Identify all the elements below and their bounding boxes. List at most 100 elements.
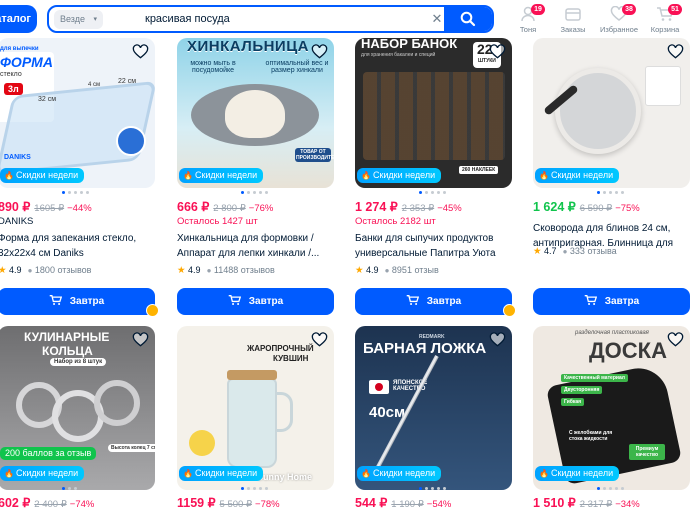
price-row: 1 624 ₽6 590 ₽ −75% xyxy=(533,198,640,216)
fire-icon: 🔥 xyxy=(361,469,371,478)
image-caption: КУВШИН xyxy=(273,354,309,363)
favorite-heart-icon[interactable] xyxy=(489,332,506,348)
fire-icon: 🔥 xyxy=(4,171,14,180)
star-icon: ★ xyxy=(533,246,542,257)
cart-icon xyxy=(49,295,62,305)
product-image[interactable]: ЖАРОПРОЧНЫЙ КУВШИН Sunny Home 🔥 Скидки не… xyxy=(177,326,334,490)
image-carousel-dots[interactable] xyxy=(241,191,271,195)
add-to-cart-button[interactable]: Завтра xyxy=(355,288,512,315)
old-price: 2 317 ₽ xyxy=(579,499,613,508)
image-carousel-dots[interactable] xyxy=(241,487,271,491)
nav-label: Избранное xyxy=(599,25,638,34)
box-icon xyxy=(565,8,581,21)
favorite-heart-icon[interactable] xyxy=(132,44,149,60)
product-brand: DANIKS xyxy=(0,216,34,227)
nav-profile[interactable]: 19 Тоня xyxy=(503,4,553,34)
image-carousel-dots[interactable] xyxy=(419,487,449,491)
price: 1 510 ₽ xyxy=(533,496,576,508)
image-caption: Sunny Home xyxy=(257,472,313,482)
image-carousel-dots[interactable] xyxy=(62,191,92,195)
button-label: Завтра xyxy=(604,296,640,307)
price: 1159 ₽ xyxy=(177,496,216,508)
search-scope-select[interactable]: Везде ▾ xyxy=(54,10,103,29)
price-row: 1159 ₽5 500 ₽ −78% xyxy=(177,494,280,508)
search-input[interactable]: красивая посуда xyxy=(145,7,230,31)
nav-cart[interactable]: 51 Корзина xyxy=(640,4,690,34)
promo-badge: 🔥 Скидки недели xyxy=(357,466,442,481)
product-image[interactable]: ХИНКАЛЬНИЦА можно мыть в посудомойке опт… xyxy=(177,38,334,188)
old-price: 6 590 ₽ xyxy=(579,203,613,214)
close-icon[interactable]: ✕ xyxy=(429,11,445,27)
search-icon xyxy=(460,11,476,27)
add-to-cart-button[interactable]: Завтра xyxy=(0,288,155,315)
reviews-count[interactable]: 1800 отзывов xyxy=(35,265,92,275)
fire-icon: 🔥 xyxy=(183,171,193,180)
fire-icon: 🔥 xyxy=(183,469,193,478)
discount: −75% xyxy=(615,203,640,214)
star-icon: ★ xyxy=(355,265,364,276)
image-caption: НАБОР БАНОК xyxy=(361,38,458,51)
comment-icon: ● xyxy=(562,247,568,256)
product-title[interactable]: Банки для сыпучих продуктов универсальны… xyxy=(355,232,513,261)
search-bar[interactable]: Везде ▾ красивая посуда ✕ xyxy=(47,5,494,33)
button-label: Завтра xyxy=(426,296,462,307)
fire-icon: 🔥 xyxy=(539,469,549,478)
comment-icon: ● xyxy=(206,266,212,275)
product-image[interactable]: 🔥 Скидки недели xyxy=(533,38,690,188)
old-price: 2 400 ₽ xyxy=(34,499,67,508)
discount: −76% xyxy=(248,203,274,214)
old-price: 2 353 ₽ xyxy=(401,203,435,214)
image-carousel-dots[interactable] xyxy=(419,191,449,195)
favorite-heart-icon[interactable] xyxy=(132,332,149,348)
add-to-cart-button[interactable]: Завтра xyxy=(533,288,690,315)
product-image[interactable]: НАБОР БАНОК для хранения бакалеи и специ… xyxy=(355,38,512,188)
discount: −44% xyxy=(67,203,92,214)
product-image[interactable]: для выпечки ФОРМА стекло 3л 32 см 22 см … xyxy=(0,38,155,188)
add-to-cart-button[interactable]: Завтра xyxy=(177,288,334,315)
price: 890 ₽ xyxy=(0,200,31,214)
button-label: Завтра xyxy=(69,296,105,307)
reviews-count[interactable]: 11488 отзывов xyxy=(214,265,275,275)
favorite-heart-icon[interactable] xyxy=(667,44,684,60)
image-carousel-dots[interactable] xyxy=(62,487,80,491)
search-scope-label: Везде xyxy=(60,14,85,24)
image-caption: КОЛЬЦА xyxy=(42,344,93,358)
price: 1 274 ₽ xyxy=(355,200,398,214)
reviews-count[interactable]: 333 отзыва xyxy=(570,246,617,256)
promo-badge: 🔥 Скидки недели xyxy=(357,168,442,183)
nav-orders[interactable]: Заказы xyxy=(548,6,598,34)
nav-favorites[interactable]: 38 Избранное xyxy=(594,4,644,34)
fire-icon: 🔥 xyxy=(539,171,549,180)
catalog-button[interactable]: Каталог xyxy=(0,5,37,33)
product-title[interactable]: Форма для запекания стекло, 32х22х4 см D… xyxy=(0,232,156,261)
promo-badge: 🔥 Скидки недели xyxy=(0,466,85,481)
price-row: 1 510 ₽2 317 ₽ −34% xyxy=(533,494,640,508)
favorite-heart-icon[interactable] xyxy=(667,332,684,348)
product-image[interactable]: разделочная пластиковая ДОСКА Качественн… xyxy=(533,326,690,490)
rating-row: ★ 4.9 ● 8951 отзыв xyxy=(355,265,439,276)
image-carousel-dots[interactable] xyxy=(597,487,627,491)
image-caption: 4 см xyxy=(88,82,101,88)
cart-icon xyxy=(584,295,597,305)
image-carousel-dots[interactable] xyxy=(597,191,627,195)
product-image[interactable]: REDMARK БАРНАЯ ЛОЖКА ЯПОНСКОЕ КАЧЕСТВО 4… xyxy=(355,326,512,490)
price-row: 602 ₽2 400 ₽ −74% xyxy=(0,494,94,508)
reviews-count[interactable]: 8951 отзыв xyxy=(392,265,439,275)
promo-badge: 🔥 Скидки недели xyxy=(535,466,620,481)
price-row: 666 ₽2 800 ₽ −76% xyxy=(177,198,273,216)
image-caption: КУЛИНАРНЫЕ xyxy=(24,330,110,344)
search-button[interactable] xyxy=(444,7,492,31)
image-caption: ЖАРОПРОЧНЫЙ xyxy=(247,344,314,353)
cart-icon xyxy=(406,295,419,305)
favorite-heart-icon[interactable] xyxy=(311,332,328,348)
product-image[interactable]: КУЛИНАРНЫЕ КОЛЬЦА Набор из 8 штук Высота… xyxy=(0,326,155,490)
product-title[interactable]: Хинкальница для формовки / Аппарат для л… xyxy=(177,232,335,261)
image-caption: ХИНКАЛЬНИЦА xyxy=(187,38,309,55)
image-caption: Премиум качество xyxy=(629,444,665,460)
favorite-heart-icon[interactable] xyxy=(311,44,328,60)
comment-icon: ● xyxy=(27,266,33,275)
premium-icon xyxy=(503,304,516,317)
rating-value: 4.9 xyxy=(366,265,379,275)
favorite-heart-icon[interactable] xyxy=(489,44,506,60)
price: 666 ₽ xyxy=(177,200,210,214)
